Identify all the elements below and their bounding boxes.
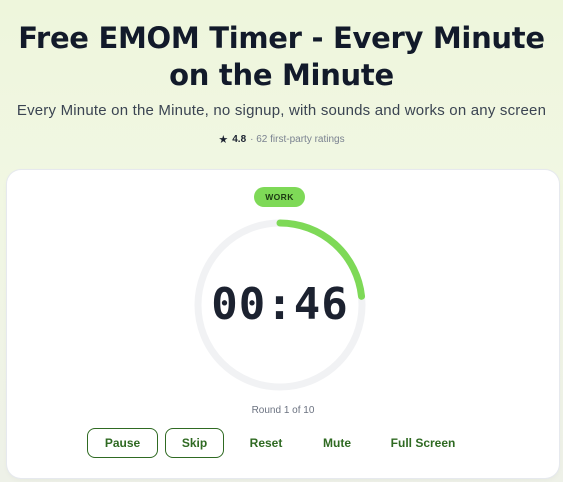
rating-count: · 62 first-party ratings [250, 134, 345, 145]
page-title-line-2: on the Minute [169, 58, 394, 92]
pause-button[interactable]: Pause [87, 428, 158, 458]
fullscreen-button[interactable]: Full Screen [383, 428, 463, 458]
page-title: Free EMOM Timer - Every Minute on the Mi… [0, 20, 563, 94]
timer-controls: Pause Skip Reset Mute Full Screen [7, 428, 559, 460]
rating-score: 4.8 [232, 134, 247, 145]
mute-button[interactable]: Mute [314, 428, 360, 458]
page-subtitle: Every Minute on the Minute, no signup, w… [16, 102, 547, 119]
reset-button[interactable]: Reset [243, 428, 289, 458]
skip-button[interactable]: Skip [165, 428, 224, 458]
star-icon: ★ [218, 134, 229, 146]
round-indicator: Round 1 of 10 [251, 405, 315, 416]
phase-badge: WORK [254, 187, 305, 207]
rating-summary: ★ 4.8 · 62 first-party ratings [0, 133, 563, 146]
timer-card: WORK 00:46 Round 1 of 10 Pause Skip Rese… [7, 170, 559, 478]
page-title-line-1: Free EMOM Timer - Every Minute [18, 21, 545, 55]
countdown-display: 00:46 [211, 279, 349, 330]
